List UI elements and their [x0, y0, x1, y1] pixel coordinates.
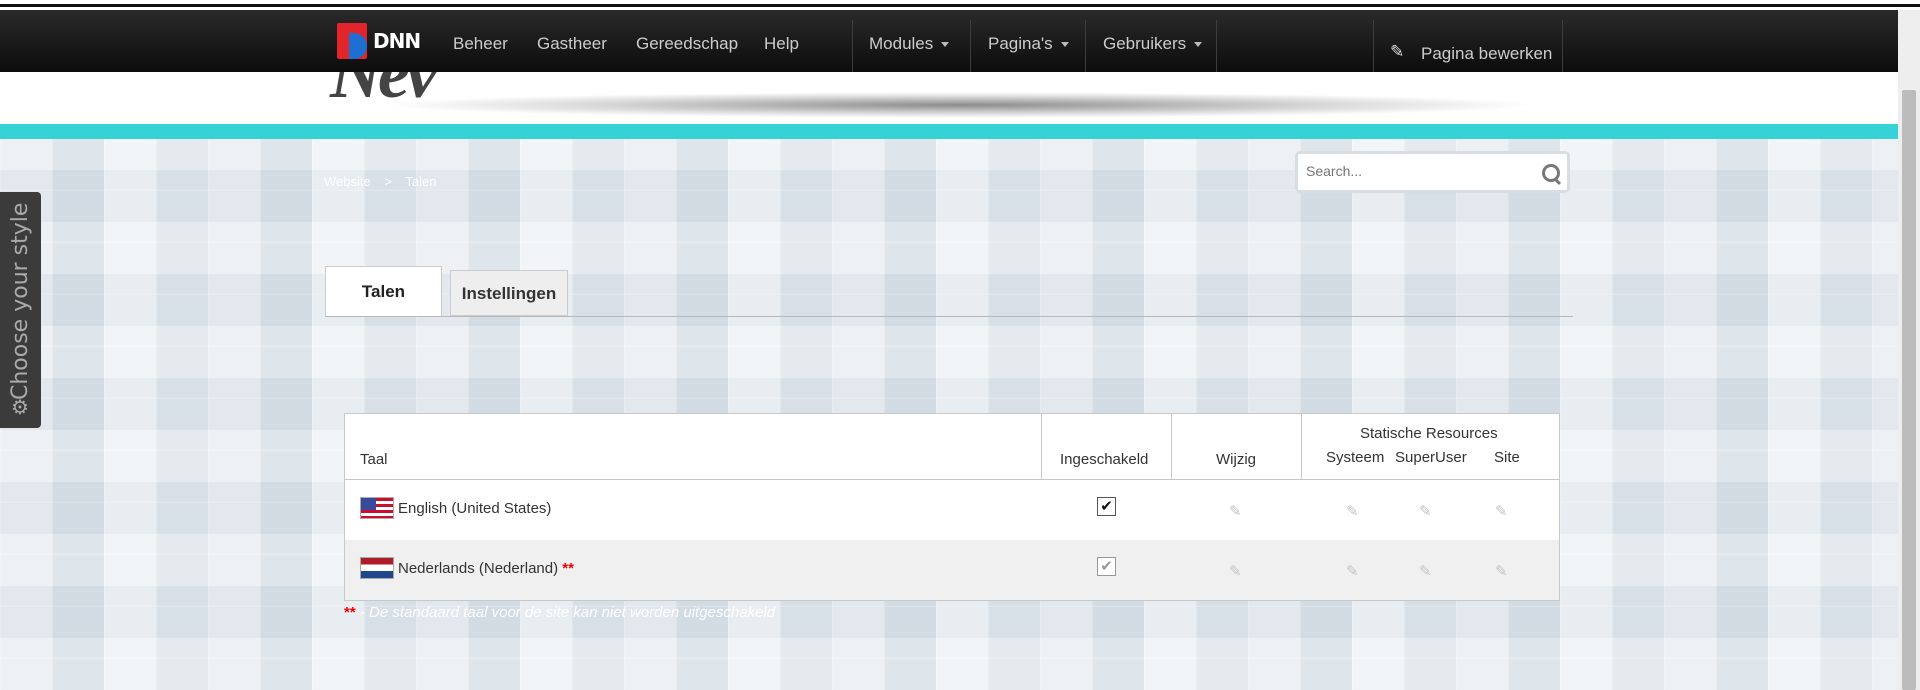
header-taal-cell: Taal	[345, 414, 1042, 479]
language-name: English (United States)	[398, 500, 551, 517]
table-row: Nederlands (Nederland) ** ✔ ✎ ✎ ✎ ✎	[345, 540, 1559, 600]
header-wijzig-cell: Wijzig	[1172, 414, 1302, 479]
pencil-icon: ✎	[1390, 42, 1405, 61]
edit-system-resources-icon[interactable]: ✎	[1346, 502, 1359, 520]
grid-header: Taal Ingeschakeld Wijzig Statische Resou…	[345, 414, 1559, 480]
style-panel-label: Choose your style	[8, 202, 33, 400]
edit-site-resources-icon[interactable]: ✎	[1495, 502, 1508, 520]
tab-strip: Talen Instellingen	[325, 266, 1573, 317]
breadcrumb-separator: >	[384, 174, 392, 189]
menu-paginas-label: Pagina's	[988, 34, 1053, 53]
footnote: ** - De standaard taal voor de site kan …	[344, 604, 775, 621]
breadcrumb-website[interactable]: Website	[324, 174, 371, 189]
chevron-down-icon	[1060, 42, 1069, 48]
scrollbar-thumb[interactable]	[1902, 90, 1916, 690]
search-input[interactable]	[1304, 162, 1528, 180]
menu-gebruikers-label: Gebruikers	[1103, 34, 1187, 53]
header-taal: Taal	[360, 451, 388, 468]
edit-site-resources-icon[interactable]: ✎	[1495, 562, 1508, 580]
language-name-text: Nederlands (Nederland)	[398, 560, 559, 577]
tab-talen[interactable]: Talen	[325, 266, 442, 316]
menu-modules[interactable]: Modules	[869, 34, 950, 54]
footnote-text: - De standaard taal voor de site kan nie…	[355, 604, 776, 621]
edit-system-resources-icon[interactable]: ✎	[1346, 562, 1359, 580]
header-superuser: SuperUser	[1395, 449, 1467, 466]
header-static-resources: Statische Resources	[1360, 425, 1498, 442]
us-flag-icon	[360, 497, 394, 519]
style-panel-toggle[interactable]: ⚙ Choose your style	[0, 192, 41, 428]
header-shadow	[380, 92, 1540, 118]
dnn-logo[interactable]: DNN	[337, 23, 421, 63]
language-name-text: English (United States)	[398, 500, 552, 517]
accent-band	[0, 124, 1898, 139]
chevron-down-icon	[1194, 42, 1203, 48]
site-header: Nev	[0, 72, 1898, 122]
header-ingeschakeld-cell: Ingeschakeld	[1042, 414, 1172, 479]
footnote-marker: **	[344, 604, 356, 621]
enabled-checkbox[interactable]: ✔	[1097, 497, 1116, 516]
nav-help[interactable]: Help	[764, 34, 799, 54]
language-name: Nederlands (Nederland) **	[398, 560, 574, 577]
header-site: Site	[1494, 449, 1520, 466]
search-box	[1295, 151, 1570, 193]
breadcrumb: Website > Talen	[324, 174, 446, 189]
control-bar: DNN Beheer Gastheer Gereedschap Help Mod…	[0, 10, 1898, 82]
menu-modules-label: Modules	[869, 34, 934, 53]
header-ingeschakeld: Ingeschakeld	[1060, 451, 1149, 468]
header-static-resources-cell: Statische Resources Systeem SuperUser Si…	[1302, 414, 1559, 479]
edit-pencil-icon[interactable]: ✎	[1229, 502, 1242, 520]
header-systeem: Systeem	[1326, 449, 1385, 466]
breadcrumb-talen[interactable]: Talen	[405, 174, 436, 189]
table-row: English (United States) ✔ ✎ ✎ ✎ ✎	[345, 480, 1559, 540]
content-area: Website > Talen Talen Instellingen Taal …	[0, 139, 1898, 690]
search-icon[interactable]	[1542, 164, 1560, 182]
menu-paginas[interactable]: Pagina's	[988, 34, 1069, 54]
chevron-down-icon	[941, 42, 950, 48]
tab-instellingen[interactable]: Instellingen	[450, 270, 568, 316]
languages-grid: Taal Ingeschakeld Wijzig Statische Resou…	[344, 413, 1560, 601]
header-wijzig: Wijzig	[1216, 451, 1256, 468]
edit-pencil-icon[interactable]: ✎	[1229, 562, 1242, 580]
nav-gastheer[interactable]: Gastheer	[537, 34, 607, 54]
edit-superuser-resources-icon[interactable]: ✎	[1419, 502, 1432, 520]
default-language-marker: **	[562, 560, 574, 577]
nav-gereedschap[interactable]: Gereedschap	[636, 34, 738, 54]
nav-beheer[interactable]: Beheer	[453, 34, 508, 54]
edit-page-label: Pagina bewerken	[1421, 44, 1553, 63]
edit-superuser-resources-icon[interactable]: ✎	[1419, 562, 1432, 580]
browser-top-edge	[0, 0, 1920, 7]
menu-gebruikers[interactable]: Gebruikers	[1103, 34, 1203, 54]
nl-flag-icon	[360, 557, 394, 579]
dnn-logo-text: DNN	[373, 29, 421, 53]
enabled-checkbox: ✔	[1097, 557, 1116, 576]
